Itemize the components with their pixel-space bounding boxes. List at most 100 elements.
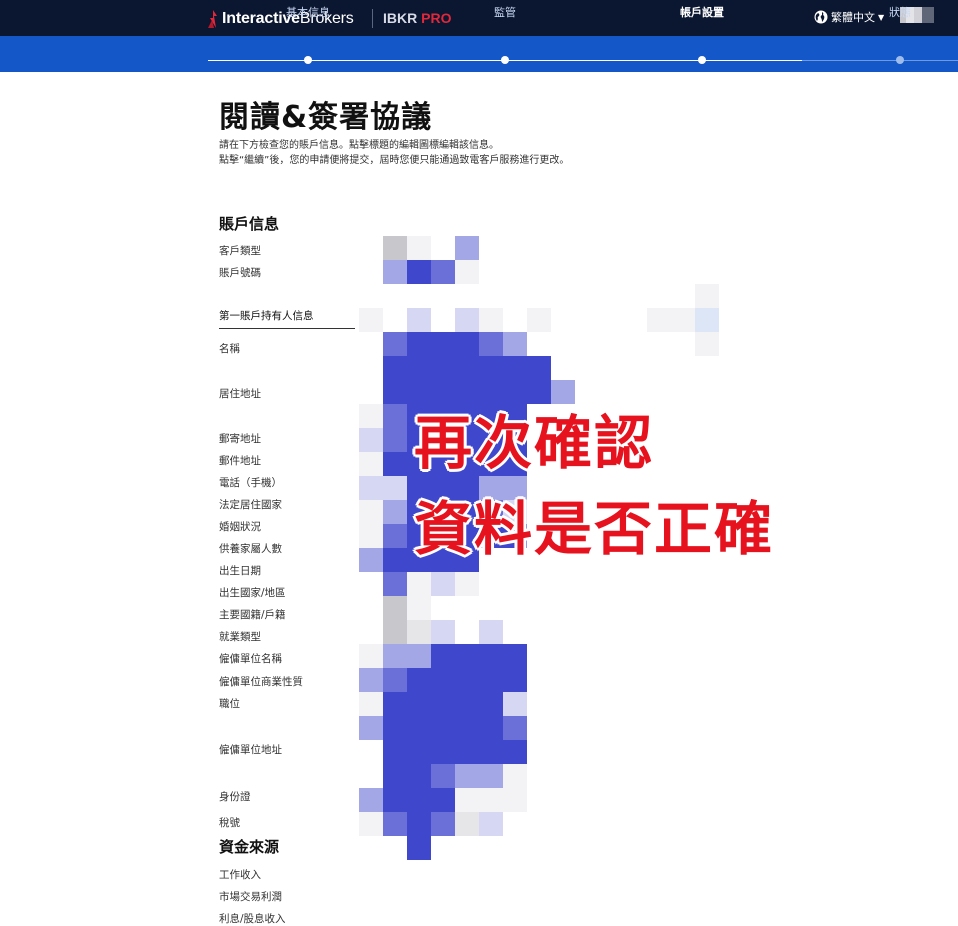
redaction-block [407, 308, 431, 332]
redaction-block [431, 572, 455, 596]
redaction-block [503, 644, 527, 668]
redaction-block [407, 620, 431, 644]
redaction-block [455, 260, 479, 284]
redaction-block [383, 356, 407, 380]
redaction-block [383, 404, 407, 428]
redaction-block [407, 716, 431, 740]
redaction-block [431, 380, 455, 404]
redaction-block [479, 716, 503, 740]
redaction-block [359, 548, 383, 572]
redaction-block [503, 668, 527, 692]
redaction-block [407, 692, 431, 716]
redaction-block [455, 812, 479, 836]
redaction-block [407, 644, 431, 668]
redaction-block [359, 308, 383, 332]
redaction-block [479, 332, 503, 356]
redaction-block [359, 524, 383, 548]
redaction-block [455, 308, 479, 332]
redaction-block [359, 404, 383, 428]
redaction-block [503, 356, 527, 380]
redaction-block [383, 596, 407, 620]
redaction-block [503, 380, 527, 404]
redaction-block [479, 764, 503, 788]
redaction-block [407, 764, 431, 788]
redaction-block [527, 356, 551, 380]
redaction-block [671, 308, 695, 332]
redaction-block [383, 668, 407, 692]
redaction-block [407, 812, 431, 836]
redaction-block [455, 740, 479, 764]
redaction-block [455, 236, 479, 260]
redaction-block [455, 668, 479, 692]
redaction-block [455, 716, 479, 740]
redaction-block [479, 668, 503, 692]
redaction-block [455, 332, 479, 356]
redaction-block [455, 380, 479, 404]
redaction-block [407, 596, 431, 620]
redaction-block [383, 692, 407, 716]
redaction-block [431, 644, 455, 668]
redaction-block [407, 260, 431, 284]
redaction-block [503, 740, 527, 764]
redaction-block [359, 476, 383, 500]
redaction-block [431, 620, 455, 644]
redaction-block [383, 452, 407, 476]
redaction-block [407, 788, 431, 812]
redaction-block [479, 740, 503, 764]
redaction-block [383, 548, 407, 572]
redaction-block [503, 716, 527, 740]
redaction-block [407, 572, 431, 596]
redaction-block [479, 692, 503, 716]
redaction-block [383, 236, 407, 260]
redaction-block [479, 644, 503, 668]
redaction-block [431, 692, 455, 716]
redaction-block [383, 620, 407, 644]
redaction-block [359, 788, 383, 812]
annotation-line-2: 資料是否正確 [414, 495, 775, 563]
redaction-block [431, 788, 455, 812]
redaction-block [431, 716, 455, 740]
redaction-block [695, 284, 719, 308]
redaction-block [431, 332, 455, 356]
redaction-block [383, 332, 407, 356]
redaction-block [383, 428, 407, 452]
redaction-block [551, 380, 575, 404]
redaction-block [503, 332, 527, 356]
redaction-block [383, 380, 407, 404]
redaction-block [407, 236, 431, 260]
redaction-block [359, 668, 383, 692]
redaction-block [383, 476, 407, 500]
redaction-block [407, 740, 431, 764]
redaction-block [359, 428, 383, 452]
redaction-block [647, 308, 671, 332]
redaction-block [479, 380, 503, 404]
redaction-block [383, 500, 407, 524]
redaction-block [431, 764, 455, 788]
redaction-block [383, 644, 407, 668]
redaction-block [431, 812, 455, 836]
redaction-block [455, 356, 479, 380]
redaction-block [455, 572, 479, 596]
redaction-block [695, 332, 719, 356]
redaction-block [431, 668, 455, 692]
redaction-block [479, 788, 503, 812]
redaction-block [383, 764, 407, 788]
redaction-block [431, 356, 455, 380]
redaction-block [503, 764, 527, 788]
annotation-line-1: 再次確認 [414, 409, 655, 477]
redaction-block [407, 380, 431, 404]
redaction-block [479, 308, 503, 332]
redaction-block [407, 668, 431, 692]
redaction-block [383, 524, 407, 548]
redaction-block [455, 644, 479, 668]
redaction-block [383, 740, 407, 764]
redaction-block [503, 692, 527, 716]
redaction-block [479, 812, 503, 836]
redaction-block [431, 260, 455, 284]
redaction-block [359, 716, 383, 740]
redaction-block [359, 500, 383, 524]
redaction-block [455, 764, 479, 788]
redaction-block [479, 356, 503, 380]
redaction-block [383, 788, 407, 812]
redaction-block [455, 788, 479, 812]
